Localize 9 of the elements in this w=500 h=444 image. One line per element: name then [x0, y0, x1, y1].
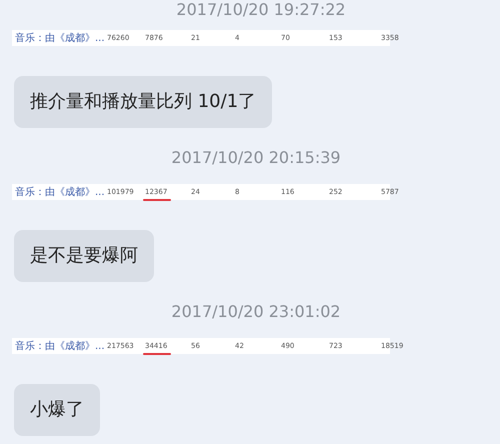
message-bubble: 是不是要爆阿 [14, 230, 154, 282]
song-title: 音乐：由《成都》... [15, 186, 106, 198]
song-title: 音乐：由《成都》... [15, 32, 106, 44]
timestamp: 2017/10/20 19:27:22 [176, 0, 346, 19]
message-bubble: 推介量和播放量比列 10/1了 [14, 76, 272, 128]
timestamp: 2017/10/20 20:15:39 [171, 148, 341, 167]
timestamp: 2017/10/20 23:01:02 [171, 302, 341, 321]
song-title: 音乐：由《成都》... [15, 340, 106, 352]
message-bubble: 小爆了 [14, 384, 100, 436]
